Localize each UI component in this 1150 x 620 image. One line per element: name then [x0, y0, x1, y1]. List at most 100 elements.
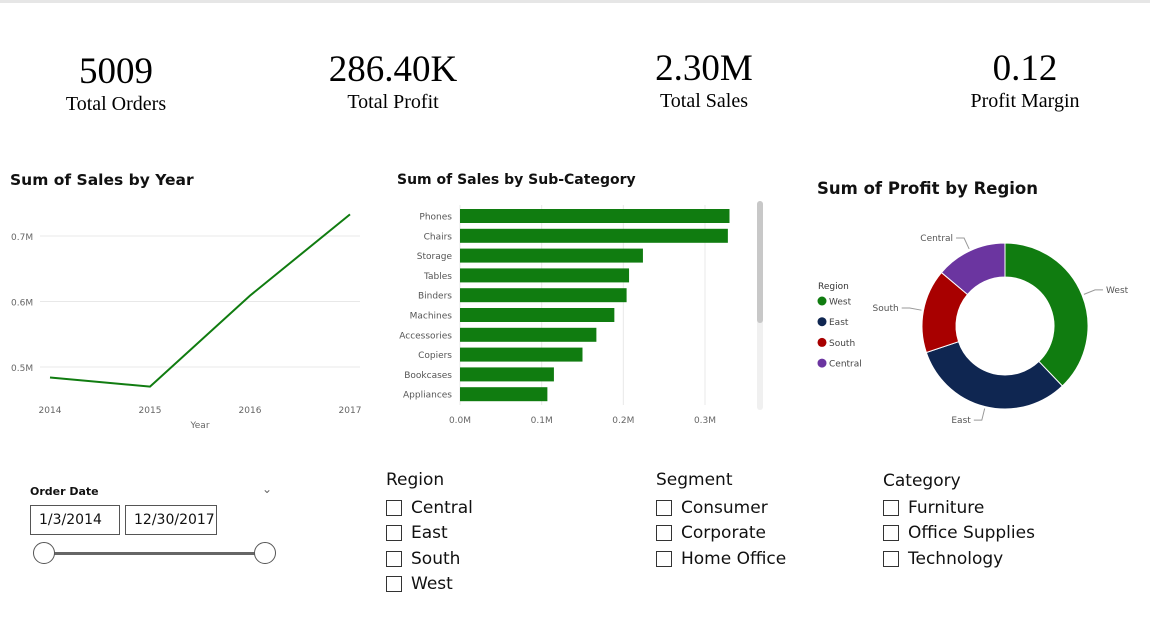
checkbox[interactable]	[883, 499, 899, 516]
checkbox[interactable]	[386, 525, 402, 542]
checkbox[interactable]	[656, 550, 672, 567]
y-tick-label: 0.6M	[11, 299, 33, 309]
bar	[460, 209, 730, 223]
kpi-value: 5009	[79, 51, 153, 92]
kpi-total-orders: 5009 Total Orders	[6, 52, 226, 116]
date-range-track[interactable]	[44, 552, 266, 555]
x-tick-label: 2015	[139, 406, 162, 416]
category-slicer: Furniture Office Supplies Technology	[883, 495, 1035, 572]
category-label: Appliances	[403, 391, 452, 401]
segment-option-consumer[interactable]: Consumer	[656, 495, 786, 521]
slice-label: Central	[920, 234, 953, 244]
legend-marker	[817, 358, 827, 368]
leader-line	[973, 408, 986, 421]
category-option-office-supplies[interactable]: Office Supplies	[883, 521, 1035, 547]
bar	[460, 347, 583, 362]
bar	[460, 387, 548, 402]
bar	[460, 268, 630, 283]
end-date-input[interactable]: 12/30/2017	[125, 505, 217, 535]
option-label: West	[411, 574, 453, 595]
checkbox[interactable]	[656, 499, 672, 516]
bar-chart-title: Sum of Sales by Sub-Category	[397, 172, 636, 188]
category-label: Accessories	[399, 331, 452, 341]
category-option-furniture[interactable]: Furniture	[883, 495, 1035, 521]
leader-line	[901, 307, 922, 311]
y-tick-label: 0.7M	[11, 233, 33, 243]
kpi-value: 286.40K	[328, 49, 458, 90]
bar	[460, 367, 554, 382]
slice-label: South	[873, 304, 899, 314]
donut-slice	[925, 341, 1064, 410]
start-date-handle[interactable]	[33, 542, 55, 564]
segment-slicer: Consumer Corporate Home Office	[656, 495, 786, 572]
x-tick-label: 0.1M	[531, 416, 553, 426]
kpi-profit-margin: 0.12 Profit Margin	[915, 49, 1135, 113]
category-label: Binders	[418, 292, 452, 302]
x-tick-label: 0.3M	[694, 416, 716, 426]
segment-slicer-title: Segment	[656, 470, 733, 490]
kpi-label: Total Orders	[65, 93, 167, 115]
checkbox[interactable]	[386, 576, 402, 593]
option-label: Home Office	[681, 548, 787, 569]
category-label: Storage	[417, 252, 453, 262]
category-slicer-title: Category	[883, 471, 961, 491]
x-axis-title: Year	[189, 421, 209, 431]
region-option-central[interactable]: Central	[386, 495, 473, 521]
top-border	[0, 0, 1150, 3]
scrollbar-thumb	[757, 201, 763, 323]
checkbox[interactable]	[656, 525, 672, 542]
category-label: Phones	[419, 213, 452, 223]
bar	[460, 248, 643, 263]
option-label: Consumer	[681, 497, 768, 518]
region-slicer: Central East South West	[386, 495, 473, 597]
profit-by-region-donut-chart: West East South Central Region West East South C…	[817, 234, 1129, 426]
region-option-south[interactable]: South	[386, 546, 473, 572]
sales-line	[49, 213, 351, 388]
bar	[460, 327, 597, 342]
option-label: East	[411, 523, 448, 544]
category-label: Tables	[423, 272, 452, 282]
start-date-input[interactable]: 1/3/2014	[30, 505, 120, 535]
segment-option-home-office[interactable]: Home Office	[656, 546, 786, 572]
option-label: Furniture	[908, 497, 985, 518]
option-label: Corporate	[681, 523, 766, 544]
category-label: Machines	[410, 312, 453, 322]
bar	[460, 228, 728, 243]
option-label: South	[411, 548, 461, 569]
end-date-handle[interactable]	[254, 542, 276, 564]
chevron-down-icon[interactable]: ⌄	[262, 482, 272, 496]
option-label: Technology	[908, 548, 1004, 569]
category-option-technology[interactable]: Technology	[883, 546, 1035, 572]
category-label: Copiers	[418, 351, 452, 361]
option-label: Office Supplies	[908, 523, 1035, 544]
region-option-west[interactable]: West	[386, 572, 473, 598]
kpi-value: 0.12	[992, 48, 1058, 89]
sales-by-subcategory-bar-chart: 0.0M 0.1M 0.2M 0.3M Phones Chairs Storage Table…	[399, 201, 763, 426]
category-label: Bookcases	[404, 371, 452, 381]
order-date-title: Order Date	[30, 485, 99, 498]
checkbox[interactable]	[883, 550, 899, 567]
region-slicer-title: Region	[386, 470, 445, 490]
leader-line	[1083, 289, 1104, 295]
leader-line	[956, 237, 970, 250]
bar	[460, 308, 615, 322]
bar	[460, 288, 627, 303]
kpi-total-sales: 2.30M Total Sales	[594, 49, 814, 113]
kpi-label: Total Profit	[347, 91, 439, 113]
kpi-label: Total Sales	[659, 90, 749, 112]
checkbox[interactable]	[386, 499, 402, 516]
kpi-total-profit: 286.40K Total Profit	[283, 50, 503, 114]
region-option-east[interactable]: East	[386, 521, 473, 547]
category-label: Chairs	[424, 232, 453, 242]
donut-slice	[1004, 242, 1089, 387]
legend-label: East	[829, 318, 849, 328]
segment-option-corporate[interactable]: Corporate	[656, 521, 786, 547]
legend-label: West	[829, 298, 852, 308]
sales-by-year-line-chart: 0.5M 0.6M 0.7M 2014 2015 2016 2017 Year	[11, 213, 361, 431]
checkbox[interactable]	[386, 550, 402, 567]
line-chart-title: Sum of Sales by Year	[10, 171, 194, 189]
x-tick-label: 2014	[39, 406, 62, 416]
legend-label: Central	[829, 360, 862, 370]
option-label: Central	[411, 497, 473, 518]
checkbox[interactable]	[883, 525, 899, 542]
